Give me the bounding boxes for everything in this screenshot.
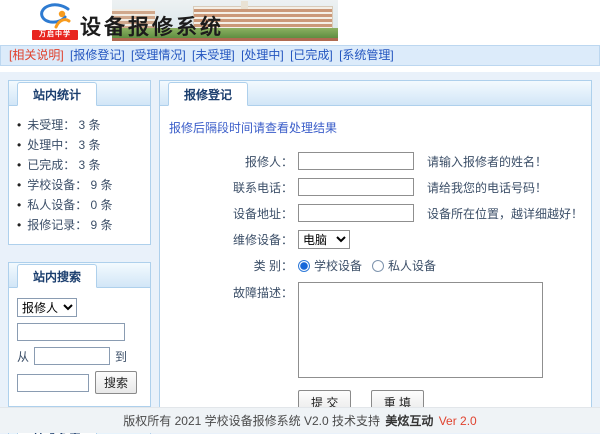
nav-item-in-progress[interactable]: [处理中] bbox=[241, 48, 284, 62]
stats-panel: 站内统计 • 未受理： 3 条 • 处理中： 3 条 • 已完成： 3 条 • 学校设备… bbox=[8, 80, 151, 245]
description-label: 故障描述： bbox=[160, 282, 298, 301]
stats-panel-header: 站内统计 bbox=[9, 81, 150, 106]
stats-item-private-devices: • 私人设备： 0 条 bbox=[15, 195, 146, 215]
radio-school-device-label: 学校设备 bbox=[314, 257, 362, 274]
phone-label: 联系电话： bbox=[160, 179, 298, 196]
stats-item-label: 报修记录： 9 条 bbox=[27, 218, 112, 232]
stats-item-repair-records: • 报修记录： 9 条 bbox=[15, 215, 146, 235]
stats-item-label: 未受理： 3 条 bbox=[27, 118, 100, 132]
content-area: 站内统计 • 未受理： 3 条 • 处理中： 3 条 • 已完成： 3 条 • 学校设备… bbox=[0, 72, 600, 434]
stats-item-completed: • 已完成： 3 条 bbox=[15, 155, 146, 175]
description-row: 故障描述： bbox=[160, 282, 591, 378]
address-row: 设备地址： 设备所在位置，越详细越好！ bbox=[160, 204, 591, 222]
logo-e-swoosh-icon bbox=[35, 3, 75, 29]
tab-repair-register[interactable]: 报修登记 bbox=[168, 82, 248, 106]
bullet-icon: • bbox=[17, 158, 21, 172]
phone-row: 联系电话： 请给我您的电话号码！ bbox=[160, 178, 591, 196]
description-textarea[interactable] bbox=[298, 282, 543, 378]
device-select[interactable]: 电脑 bbox=[298, 230, 350, 249]
repair-form-panel-header: 报修登记 bbox=[160, 81, 591, 106]
search-from-input[interactable] bbox=[34, 347, 110, 365]
search-date-range: 从 到 bbox=[17, 347, 144, 365]
bullet-icon: • bbox=[17, 178, 21, 192]
page-footer: 版权所有 2021 学校设备报修系统 V2.0 技术支持 美炫互动 Ver 2.… bbox=[0, 407, 600, 433]
bullet-icon: • bbox=[17, 218, 21, 232]
stats-list: • 未受理： 3 条 • 处理中： 3 条 • 已完成： 3 条 • 学校设备： 9 条… bbox=[9, 106, 150, 244]
nav-item-completed[interactable]: [已完成] bbox=[290, 48, 333, 62]
stats-item-label: 学校设备： 9 条 bbox=[27, 178, 112, 192]
reporter-input[interactable] bbox=[298, 152, 414, 170]
search-form: 报修人 从 到 搜索 bbox=[9, 288, 150, 406]
copyright-text: 版权所有 2021 学校设备报修系统 V2.0 技术支持 bbox=[123, 414, 380, 428]
address-hint: 设备所在位置，越详细越好！ bbox=[427, 205, 583, 222]
main-column: 报修登记 报修后隔段时间请查看处理结果 报修人： 请输入报修者的姓名！ 联系电话… bbox=[159, 80, 592, 420]
nav-item-related-info[interactable]: [相关说明] bbox=[9, 48, 64, 62]
address-input[interactable] bbox=[298, 204, 414, 222]
nav-item-acceptance-status[interactable]: [受理情况] bbox=[131, 48, 186, 62]
stats-panel-title: 站内统计 bbox=[17, 82, 97, 106]
search-panel-header: 站内搜索 bbox=[9, 263, 150, 288]
footer-company: 美炫互动 bbox=[385, 414, 433, 428]
reporter-row: 报修人： 请输入报修者的姓名！ bbox=[160, 152, 591, 170]
bullet-icon: • bbox=[17, 198, 21, 212]
radio-private-device-label: 私人设备 bbox=[388, 257, 436, 274]
stats-item-label: 已完成： 3 条 bbox=[27, 158, 100, 172]
device-row: 维修设备： 电脑 bbox=[160, 230, 591, 249]
repair-form-panel: 报修登记 报修后隔段时间请查看处理结果 报修人： 请输入报修者的姓名！ 联系电话… bbox=[159, 80, 592, 420]
search-to-input[interactable] bbox=[17, 374, 89, 392]
device-label: 维修设备： bbox=[160, 231, 298, 248]
phone-hint: 请给我您的电话号码！ bbox=[427, 179, 547, 196]
logo-badge: 万启中学 bbox=[32, 30, 78, 40]
bullet-icon: • bbox=[17, 118, 21, 132]
radio-school-device[interactable] bbox=[298, 260, 310, 272]
search-keyword-input[interactable] bbox=[17, 323, 125, 341]
stats-item-label: 私人设备： 0 条 bbox=[27, 198, 112, 212]
nav-item-not-accepted[interactable]: [未受理] bbox=[192, 48, 235, 62]
nav-item-repair-register[interactable]: [报修登记] bbox=[70, 48, 125, 62]
stats-item-label: 处理中： 3 条 bbox=[27, 138, 100, 152]
search-submit-row: 搜索 bbox=[17, 371, 144, 394]
category-row: 类 别： 学校设备 私人设备 bbox=[160, 257, 591, 274]
search-field-select[interactable]: 报修人 bbox=[17, 298, 77, 317]
footer-version: Ver 2.0 bbox=[439, 414, 477, 428]
app-logo: 万启中学 bbox=[32, 3, 78, 40]
search-panel-title: 站内搜索 bbox=[17, 264, 97, 288]
category-radio-group: 学校设备 私人设备 bbox=[298, 257, 446, 274]
search-button[interactable]: 搜索 bbox=[95, 371, 137, 394]
search-to-label: 到 bbox=[115, 348, 127, 365]
phone-input[interactable] bbox=[298, 178, 414, 196]
nav-item-system-admin[interactable]: [系统管理] bbox=[339, 48, 394, 62]
stats-item-not-accepted: • 未受理： 3 条 bbox=[15, 115, 146, 135]
bullet-icon: • bbox=[17, 138, 21, 152]
sidebar: 站内统计 • 未受理： 3 条 • 处理中： 3 条 • 已完成： 3 条 • 学校设备… bbox=[8, 80, 151, 434]
stats-item-in-progress: • 处理中： 3 条 bbox=[15, 135, 146, 155]
reporter-label: 报修人： bbox=[160, 153, 298, 170]
page-title: 设备报修系统 bbox=[80, 11, 224, 41]
school-photo-tower bbox=[241, 1, 248, 9]
category-label: 类 别： bbox=[160, 257, 298, 274]
search-panel: 站内搜索 报修人 从 到 搜索 bbox=[8, 262, 151, 407]
reporter-hint: 请输入报修者的姓名！ bbox=[427, 153, 547, 170]
app-header: 万启中学 设备报修系统 bbox=[0, 0, 600, 45]
notice-text: 报修后隔段时间请查看处理结果 bbox=[169, 119, 591, 136]
radio-private-device[interactable] bbox=[372, 260, 384, 272]
address-label: 设备地址： bbox=[160, 205, 298, 222]
stats-item-school-devices: • 学校设备： 9 条 bbox=[15, 175, 146, 195]
main-nav: [相关说明] [报修登记] [受理情况] [未受理] [处理中] [已完成] [… bbox=[0, 45, 600, 66]
search-from-label: 从 bbox=[17, 348, 29, 365]
